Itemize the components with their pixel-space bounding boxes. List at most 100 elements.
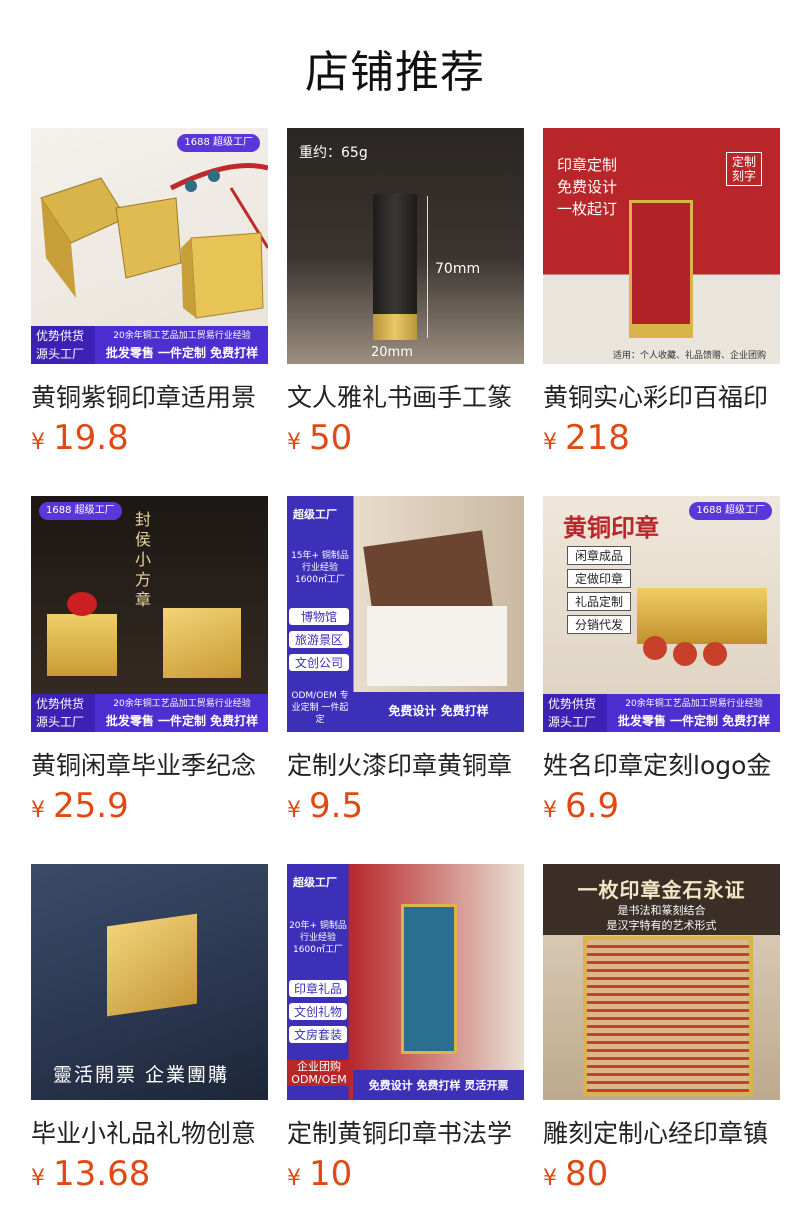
price-value: 6.9 [565, 786, 620, 826]
experience-text: 15年+ 铜制品行业经验 1600㎡工厂 [291, 551, 349, 585]
tag-item: 印章礼品 [289, 980, 347, 997]
product-card[interactable]: 重约：65g 70mm 20mm 文人雅礼书画手工篆 ¥50 [287, 128, 524, 458]
seal-left [47, 614, 117, 676]
product-image[interactable]: 重约：65g 70mm 20mm [287, 128, 524, 364]
banner-left-text: 优势供货 源头工厂 [543, 694, 607, 732]
custom-tag: 定制刻字 [726, 152, 762, 186]
price-value: 218 [565, 418, 630, 458]
banner-top-text: 20余年铜工艺品加工贸易行业经验 [625, 699, 763, 709]
promo-banner: 优势供货 源头工厂 20余年铜工艺品加工贸易行业经验 批发零售 一件定制 免费打… [31, 694, 268, 732]
banner-bottom-text: 批发零售 一件定制 免费打样 [105, 346, 259, 360]
product-price: ¥25.9 [31, 786, 129, 826]
brand-badge: 1688 超级工厂 [689, 502, 772, 520]
product-name[interactable]: 雕刻定制心经印章镇 [543, 1114, 780, 1150]
product-price: ¥9.5 [287, 786, 363, 826]
width-label: 20mm [371, 345, 413, 360]
banner-top-text: 20余年铜工艺品加工贸易行业经验 [113, 699, 251, 709]
product-name[interactable]: 姓名印章定刻logo金 [543, 746, 780, 782]
promo-lines: 印章定制 免费设计 一枚起订 [557, 154, 637, 220]
brand-badge: 超级工厂 [293, 508, 337, 521]
seal-imprint [703, 642, 727, 666]
product-name[interactable]: 黄铜紫铜印章适用景 [31, 378, 268, 414]
seal-body [401, 904, 457, 1054]
product-name[interactable]: 黄铜实心彩印百福印 [543, 378, 780, 414]
product-card[interactable]: 超级工厂 15年+ 铜制品行业经验 1600㎡工厂 博物馆 旅游景区 文创公司 … [287, 496, 524, 826]
caption: 靈活開票 企業團購 [53, 1064, 230, 1086]
product-card[interactable]: 1688 超级工厂 黄铜印章 闲章成品 定做印章 礼品定制 分销代发 优势供货 … [543, 496, 780, 826]
product-card[interactable]: 印章定制 免费设计 一枚起订 定制刻字 适用：个人收藏、礼品馈赠、企业团购 黄铜… [543, 128, 780, 458]
product-card[interactable]: 超级工厂 20年+ 铜制品行业经验 1600㎡工厂 印章礼品 文创礼物 文房套装… [287, 864, 524, 1194]
headline: 一枚印章金石永证 [577, 878, 746, 902]
product-card[interactable]: 1688 超级工厂 优势供货 源头工厂 20余年铜工艺品加工贸易行业经验 批发零… [31, 128, 268, 458]
product-price: ¥218 [543, 418, 630, 458]
usage-footer: 适用：个人收藏、礼品馈赠、企业团购 [613, 351, 767, 361]
seal-base [373, 314, 417, 340]
oem-text: 企业团购 ODM/OEM [287, 1060, 351, 1086]
product-image[interactable]: 1688 超级工厂 封侯小方章 优势供货 源头工厂 20余年铜工艺品加工贸易行业… [31, 496, 268, 732]
product-image[interactable]: 1688 超级工厂 优势供货 源头工厂 20余年铜工艺品加工贸易行业经验 批发零… [31, 128, 268, 364]
box-insert [367, 606, 507, 686]
product-name[interactable]: 文人雅礼书画手工篆 [287, 378, 524, 414]
product-image[interactable]: 超级工厂 15年+ 铜制品行业经验 1600㎡工厂 博物馆 旅游景区 文创公司 … [287, 496, 524, 732]
tag-list: 博物馆 旅游景区 文创公司 [289, 608, 349, 671]
vertical-title: 封侯小方章 [135, 510, 152, 609]
tag-item: 旅游景区 [289, 631, 349, 648]
product-price: ¥19.8 [31, 418, 129, 458]
product-image[interactable]: 超级工厂 20年+ 铜制品行业经验 1600㎡工厂 印章礼品 文创礼物 文房套装… [287, 864, 524, 1100]
brand-badge: 1688 超级工厂 [177, 134, 260, 152]
product-card[interactable]: 一枚印章金石永证 是书法和篆刻结合 是汉字特有的艺术形式 雕刻定制心经印章镇 ¥… [543, 864, 780, 1194]
product-image[interactable]: 1688 超级工厂 黄铜印章 闲章成品 定做印章 礼品定制 分销代发 优势供货 … [543, 496, 780, 732]
headline: 黄铜印章 [563, 514, 659, 542]
banner-bottom-text: 批发零售 一件定制 免费打样 [105, 714, 259, 728]
price-value: 10 [309, 1154, 353, 1194]
promo-line: 印章定制 [557, 156, 618, 174]
product-name[interactable]: 定制黄铜印章书法学 [287, 1114, 524, 1150]
brand-badge: 超级工厂 [293, 876, 337, 889]
currency-symbol: ¥ [31, 1166, 45, 1191]
tag-item: 文创礼物 [289, 1003, 347, 1020]
dimension-line [427, 196, 428, 338]
height-label: 70mm [435, 261, 481, 277]
promo-banner: 优势供货 源头工厂 20余年铜工艺品加工贸易行业经验 批发零售 一件定制 免费打… [543, 694, 780, 732]
tag-item: 闲章成品 [567, 546, 631, 565]
price-value: 9.5 [309, 786, 364, 826]
currency-symbol: ¥ [31, 430, 45, 455]
banner-top-text: 20余年铜工艺品加工贸易行业经验 [113, 331, 251, 341]
tag-item: 礼品定制 [567, 592, 631, 611]
tag-item: 分销代发 [567, 615, 631, 634]
engraved-seal-face [583, 936, 753, 1096]
currency-symbol: ¥ [287, 430, 301, 455]
seal-right [163, 608, 241, 678]
promo-banner: 优势供货 源头工厂 20余年铜工艺品加工贸易行业经验 批发零售 一件定制 免费打… [31, 326, 268, 364]
seal-base [629, 324, 693, 338]
tag-list: 闲章成品 定做印章 礼品定制 分销代发 [567, 546, 631, 634]
subtitle-2: 是汉字特有的艺术形式 [606, 919, 717, 932]
brand-badge: 1688 超级工厂 [39, 502, 122, 520]
tag-item: 博物馆 [289, 608, 349, 625]
subtitle-1: 是书法和篆刻结合 [617, 904, 706, 917]
product-name[interactable]: 定制火漆印章黄铜章 [287, 746, 524, 782]
product-image[interactable]: 靈活開票 企業團購 [31, 864, 268, 1100]
product-price: ¥13.68 [31, 1154, 150, 1194]
seal-imprint [643, 636, 667, 660]
product-image[interactable]: 印章定制 免费设计 一枚起订 定制刻字 适用：个人收藏、礼品馈赠、企业团购 [543, 128, 780, 364]
price-value: 50 [309, 418, 353, 458]
product-card[interactable]: 1688 超级工厂 封侯小方章 优势供货 源头工厂 20余年铜工艺品加工贸易行业… [31, 496, 268, 826]
product-card[interactable]: 靈活開票 企業團購 毕业小礼品礼物创意 ¥13.68 [31, 864, 268, 1194]
weight-label: 重约：65g [299, 145, 368, 161]
banner-text: 免费设计 免费打样 灵活开票 [368, 1079, 509, 1092]
page-title: 店铺推荐 [305, 47, 485, 98]
product-name[interactable]: 黄铜闲章毕业季纪念 [31, 746, 268, 782]
product-image[interactable]: 一枚印章金石永证 是书法和篆刻结合 是汉字特有的艺术形式 [543, 864, 780, 1100]
currency-symbol: ¥ [543, 1166, 557, 1191]
banner-text: 免费设计 免费打样 [388, 704, 489, 718]
oem-text: ODM/OEM 专业定制 一件起定 [291, 691, 349, 725]
banner-left-text: 优势供货 源头工厂 [31, 326, 95, 364]
price-value: 19.8 [53, 418, 129, 458]
seal-body [629, 200, 693, 328]
product-name[interactable]: 毕业小礼品礼物创意 [31, 1114, 268, 1150]
promo-line: 一枚起订 [557, 200, 618, 218]
product-price: ¥80 [543, 1154, 608, 1194]
red-tassel [67, 592, 97, 616]
banner-left-text: 优势供货 源头工厂 [31, 694, 95, 732]
